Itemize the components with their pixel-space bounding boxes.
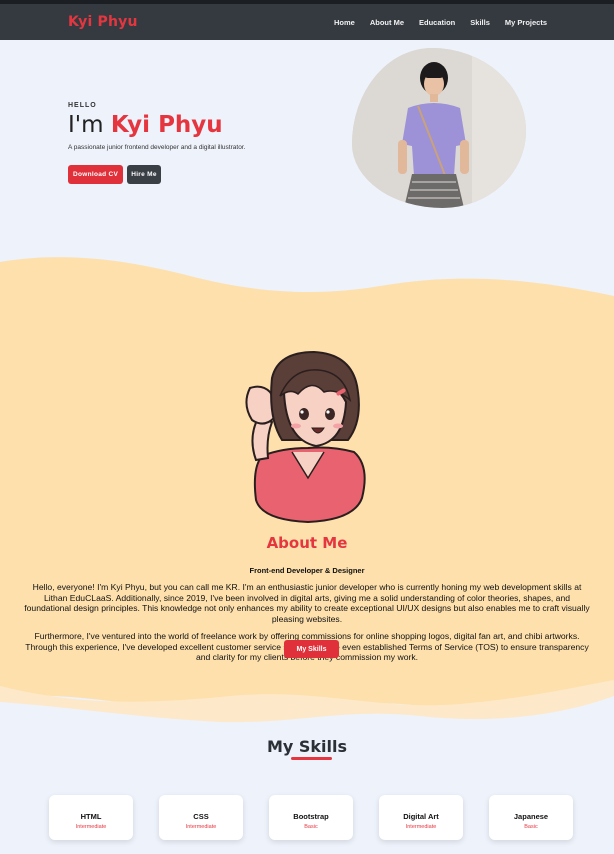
skill-level: Basic [304, 824, 318, 830]
about-title: About Me [266, 534, 348, 552]
about-paragraph-1: Hello, everyone! I'm Kyi Phyu, but you c… [24, 582, 590, 624]
hero-section: HELLO I'm Kyi Phyu A passionate junior f… [68, 102, 348, 184]
nav-link-skills[interactable]: Skills [470, 18, 490, 27]
skill-level: Basic [524, 824, 538, 830]
skill-card-html: HTML Intermediate [49, 795, 133, 840]
nav-link-education[interactable]: Education [419, 18, 455, 27]
skill-card-digital-art: Digital Art Intermediate [379, 795, 463, 840]
skill-level: Intermediate [75, 824, 107, 830]
hero-title-prefix: I'm [68, 112, 111, 138]
skill-card-css: CSS Intermediate [159, 795, 243, 840]
nav-link-about[interactable]: About Me [370, 18, 404, 27]
skill-name: Japanese [513, 812, 549, 821]
nav-link-projects[interactable]: My Projects [505, 18, 547, 27]
about-subtitle: Front-end Developer & Designer [249, 566, 365, 575]
skill-name: Bootstrap [293, 812, 329, 821]
hero-buttons: Download CV Hire Me [68, 165, 348, 184]
navbar: Kyi Phyu Home About Me Education Skills … [0, 4, 614, 40]
hero-title: I'm Kyi Phyu [68, 112, 348, 138]
skill-name: Digital Art [403, 812, 439, 821]
skill-level: Intermediate [405, 824, 437, 830]
hero-greeting: HELLO [68, 102, 97, 109]
chibi-illustration [245, 350, 366, 524]
hero-name: Kyi Phyu [110, 112, 223, 138]
skill-name: CSS [193, 812, 209, 821]
skill-card-japanese: Japanese Basic [489, 795, 573, 840]
skills-title-underline [291, 757, 332, 760]
skill-card-bootstrap: Bootstrap Basic [269, 795, 353, 840]
profile-photo-illustration [352, 48, 526, 208]
nav-links: Home About Me Education Skills My Projec… [334, 18, 547, 27]
my-skills-button[interactable]: My Skills [284, 640, 339, 658]
nav-link-home[interactable]: Home [334, 18, 355, 27]
profile-photo [352, 48, 526, 208]
brand-logo[interactable]: Kyi Phyu [68, 14, 138, 30]
skill-level: Intermediate [185, 824, 217, 830]
skill-name: HTML [80, 812, 102, 821]
download-cv-button[interactable]: Download CV [68, 165, 124, 184]
skills-title: My Skills [266, 737, 348, 756]
hire-me-button[interactable]: Hire Me [127, 165, 161, 184]
hero-subtitle: A passionate junior frontend developer a… [68, 144, 246, 151]
